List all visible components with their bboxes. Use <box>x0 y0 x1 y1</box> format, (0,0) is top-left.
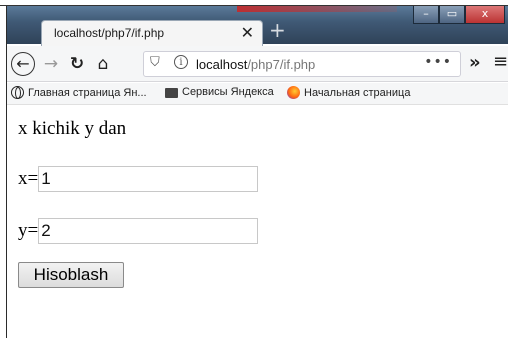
bookmark-label: Начальная страница <box>304 86 411 99</box>
back-arrow-icon[interactable]: ← <box>11 52 35 76</box>
reload-icon[interactable]: ↻ <box>65 52 89 76</box>
window-controls: – ▭ x <box>413 6 505 24</box>
shield-icon[interactable]: ⛉ <box>150 55 160 70</box>
page-heading: x kichik y dan <box>18 118 127 139</box>
tab-title: localhost/php7/if.php <box>54 26 165 40</box>
new-tab-button[interactable]: + <box>269 20 286 40</box>
bookmark-start-page[interactable]: Начальная страница <box>287 86 410 99</box>
x-input[interactable] <box>38 166 259 192</box>
calculate-button[interactable]: Hisoblash <box>18 262 124 288</box>
overflow-menu-icon[interactable]: » <box>469 52 481 73</box>
x-label: x= <box>18 168 39 189</box>
titlebar-decoration <box>237 6 397 12</box>
folder-icon <box>165 88 178 98</box>
info-icon[interactable]: i <box>174 55 188 69</box>
page-actions-icon[interactable]: ••• <box>424 54 452 70</box>
x-field-row: x= <box>18 166 259 192</box>
close-window-button[interactable]: x <box>465 6 505 24</box>
forward-arrow-icon[interactable]: → <box>39 52 63 76</box>
bookmark-yandex-home[interactable]: Главная страница Ян... <box>11 86 147 99</box>
bookmark-label: Сервисы Яндекса <box>182 86 274 98</box>
active-tab[interactable]: localhost/php7/if.php ✕ <box>41 20 263 46</box>
firefox-icon <box>287 86 300 99</box>
globe-icon <box>11 86 24 99</box>
home-icon[interactable]: ⌂ <box>91 52 115 76</box>
url-host: localhost <box>196 57 248 72</box>
hamburger-menu-icon[interactable]: ≡ <box>493 51 508 72</box>
navigation-bar: ← → ↻ ⌂ ⛉ i localhost/php7/if.php ••• » … <box>7 46 508 82</box>
url-bar[interactable]: ⛉ i localhost/php7/if.php ••• <box>143 51 461 77</box>
y-label: y= <box>18 220 39 241</box>
url-text[interactable]: localhost/php7/if.php <box>196 57 315 72</box>
y-input[interactable] <box>38 218 259 244</box>
bookmarks-bar: Главная страница Ян... Сервисы Яндекса Н… <box>7 83 508 105</box>
y-field-row: y= <box>18 218 259 244</box>
minimize-button[interactable]: – <box>413 6 439 24</box>
title-bar: – ▭ x localhost/php7/if.php ✕ + <box>7 6 508 46</box>
maximize-button[interactable]: ▭ <box>439 6 465 24</box>
bookmark-yandex-services[interactable]: Сервисы Яндекса <box>165 86 274 98</box>
url-path: /php7/if.php <box>247 57 316 72</box>
bookmark-label: Главная страница Ян... <box>28 86 147 99</box>
tab-close-icon[interactable]: ✕ <box>241 23 254 42</box>
